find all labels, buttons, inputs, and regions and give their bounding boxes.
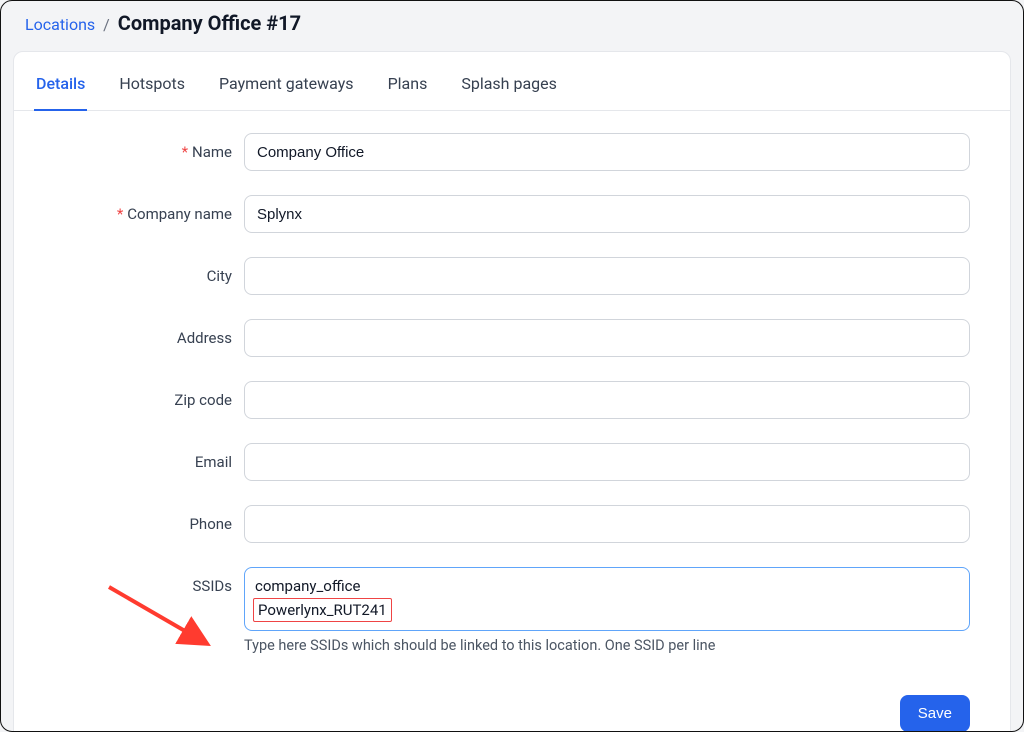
breadcrumb-current: Company Office #17 [118, 11, 301, 35]
label-zip: Zip code [54, 381, 244, 419]
ssid-line: company_office [253, 574, 961, 598]
label-email: Email [54, 443, 244, 481]
label-city: City [54, 257, 244, 295]
required-marker: * [117, 205, 123, 223]
details-card: Details Hotspots Payment gateways Plans … [13, 51, 1011, 732]
tab-details[interactable]: Details [34, 74, 87, 111]
label-ssids: SSIDs [54, 567, 244, 605]
zip-input[interactable] [244, 381, 970, 419]
tab-hotspots[interactable]: Hotspots [117, 74, 187, 111]
ssids-input[interactable]: company_office Powerlynx_RUT241 [244, 567, 970, 631]
details-form: *Name *Company name City [14, 111, 1010, 654]
tab-splash-pages[interactable]: Splash pages [459, 74, 559, 111]
tabs: Details Hotspots Payment gateways Plans … [14, 52, 1010, 111]
save-button[interactable]: Save [900, 695, 970, 732]
label-phone: Phone [54, 505, 244, 543]
name-input[interactable] [244, 133, 970, 171]
breadcrumb: Locations / Company Office #17 [1, 1, 1023, 45]
city-input[interactable] [244, 257, 970, 295]
label-name: *Name [54, 133, 244, 171]
tab-payment-gateways[interactable]: Payment gateways [217, 74, 356, 111]
breadcrumb-separator: / [103, 15, 110, 34]
label-address: Address [54, 319, 244, 357]
required-marker: * [182, 143, 188, 161]
ssid-line-highlighted: Powerlynx_RUT241 [253, 598, 392, 622]
breadcrumb-parent-link[interactable]: Locations [25, 15, 95, 34]
tab-plans[interactable]: Plans [386, 74, 430, 111]
email-input[interactable] [244, 443, 970, 481]
label-company-name: *Company name [54, 195, 244, 233]
company-name-input[interactable] [244, 195, 970, 233]
ssids-hint: Type here SSIDs which should be linked t… [244, 637, 970, 654]
address-input[interactable] [244, 319, 970, 357]
phone-input[interactable] [244, 505, 970, 543]
